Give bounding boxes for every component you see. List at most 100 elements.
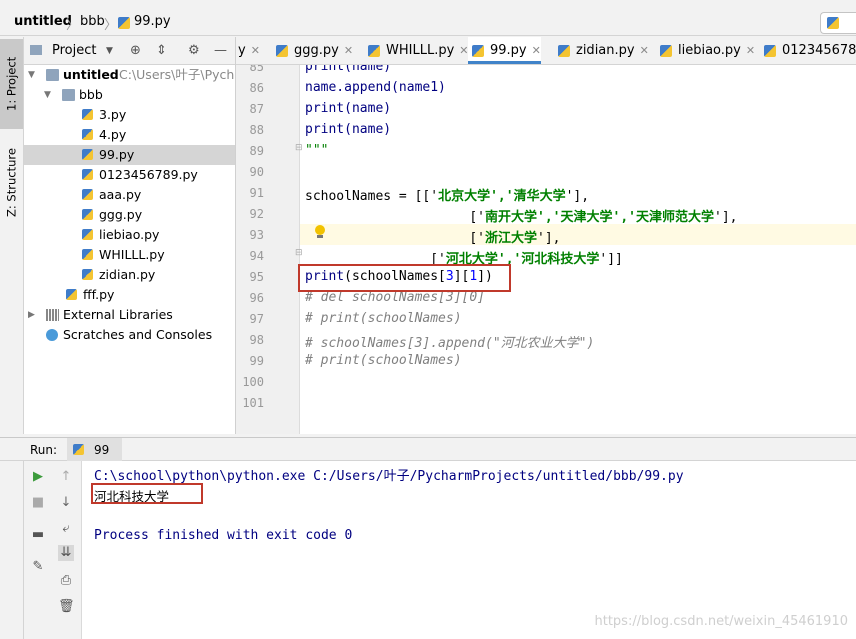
soft-wrap-icon[interactable]: ⤶: [58, 521, 74, 537]
close-icon[interactable]: ✕: [344, 44, 353, 57]
up-arrow-icon[interactable]: ↑: [58, 469, 74, 485]
line-number-gutter: 85 86 87 88 89 90 91 92 93 94 95 96 97 98 99 100 101 ⊟ ⊟: [236, 65, 303, 434]
python-file-icon: [82, 229, 93, 240]
editor-tab[interactable]: zidian.py ✕: [554, 37, 649, 64]
fold-marker-icon[interactable]: ⊟: [295, 248, 303, 258]
line-number: 89: [249, 144, 264, 158]
layout-icon[interactable]: ▬: [30, 527, 46, 543]
python-file-icon: [827, 17, 839, 29]
print-icon[interactable]: ⎙: [58, 573, 74, 589]
scratch-icon: [46, 329, 58, 341]
code-line: # del schoolNames[3][0]: [305, 290, 486, 305]
tool-tab-project[interactable]: 1: Project: [0, 39, 23, 129]
editor-tab[interactable]: ggg.py ✕: [272, 37, 353, 64]
python-file-icon: [276, 45, 288, 57]
breadcrumb-file[interactable]: 99.py: [134, 14, 171, 29]
scroll-to-end-icon[interactable]: ⇊: [58, 545, 74, 561]
editor-tab-label: ggg.py: [294, 43, 339, 58]
run-tab[interactable]: 99: [67, 438, 122, 461]
code-line: schoolNames = [['北京大学','清华大学'],: [305, 189, 590, 204]
code-line: name.append(name1): [305, 80, 446, 95]
tree-item[interactable]: ▼ untitled C:\Users\叶子\Pycha: [24, 65, 235, 85]
tree-item[interactable]: ▶ External Libraries: [24, 305, 235, 325]
tree-item-label: WHILLL.py: [99, 247, 165, 262]
breadcrumb-separator: 〉: [104, 18, 118, 33]
tree-item[interactable]: Scratches and Consoles: [24, 325, 235, 345]
chevron-down-icon[interactable]: ▼: [106, 46, 113, 56]
line-number: 98: [249, 333, 264, 347]
editor-tab[interactable]: 99.py ✕: [468, 37, 541, 64]
tree-item[interactable]: 0123456789.py: [24, 165, 235, 185]
tree-item-label: liebiao.py: [99, 227, 160, 242]
tree-item-label: ggg.py: [99, 207, 143, 222]
tree-item[interactable]: fff.py: [24, 285, 235, 305]
tree-item[interactable]: liebiao.py: [24, 225, 235, 245]
folder-icon: [62, 89, 75, 101]
editor-tab-bar: y ✕ ggg.py ✕ WHILLL.py ✕ 99.py ✕ zidian.py ✕ liebi…: [236, 37, 856, 65]
tree-item[interactable]: ▼ bbb: [24, 85, 235, 105]
editor-tab[interactable]: WHILLL.py ✕: [364, 37, 469, 64]
tree-item-label: aaa.py: [99, 187, 142, 202]
close-icon[interactable]: ✕: [640, 44, 649, 57]
tree-item-label: bbb: [79, 87, 103, 102]
tree-item[interactable]: 4.py: [24, 125, 235, 145]
gear-icon[interactable]: ⚙: [188, 43, 200, 58]
locate-icon[interactable]: ⊕: [130, 43, 141, 58]
trash-icon[interactable]: 🗑: [58, 599, 75, 615]
run-panel-header: Run: 99: [0, 437, 856, 461]
left-tool-strip: 1: Project Z: Structure: [0, 37, 24, 434]
breadcrumb-separator: 〉: [66, 18, 80, 33]
breadcrumb-project[interactable]: untitled: [14, 14, 72, 29]
tree-item[interactable]: 3.py: [24, 105, 235, 125]
run-toolbar: ▶ ↑ ■ ↓ ⤶ ▬ ⇊ ✎ ⎙ 🗑: [24, 461, 82, 639]
tree-item[interactable]: 99.py: [24, 145, 235, 165]
code-line: ['浙江大学'],: [305, 231, 561, 246]
line-number: 97: [249, 312, 264, 326]
run-console[interactable]: C:\school\python\python.exe C:/Users/叶子/…: [82, 461, 856, 639]
expand-arrow-icon[interactable]: ▼: [44, 85, 54, 105]
code-editor[interactable]: 85 86 87 88 89 90 91 92 93 94 95 96 97 98 99 100 101 ⊟ ⊟ p…: [236, 65, 856, 434]
output-highlight-box: [91, 483, 203, 504]
fold-marker-icon[interactable]: ⊟: [295, 143, 303, 153]
down-arrow-icon[interactable]: ↓: [58, 495, 74, 511]
tree-item[interactable]: zidian.py: [24, 265, 235, 285]
collapse-all-icon[interactable]: ⇕: [156, 43, 167, 58]
tree-item[interactable]: aaa.py: [24, 185, 235, 205]
run-configuration-dropdown[interactable]: [820, 12, 856, 34]
editor-tab[interactable]: 0123456789.py: [760, 37, 856, 64]
close-icon[interactable]: ✕: [746, 44, 755, 57]
line-number: 99: [249, 354, 264, 368]
tree-item[interactable]: WHILLL.py: [24, 245, 235, 265]
tree-item-label: untitled: [63, 67, 119, 82]
editor-tab[interactable]: y ✕: [236, 37, 260, 64]
console-command: C:\school\python\python.exe C:/Users/叶子/…: [94, 469, 684, 484]
expand-arrow-icon[interactable]: ▼: [28, 65, 38, 85]
line-number: 85: [249, 65, 264, 74]
tree-item-label: 3.py: [99, 107, 127, 122]
project-panel: Project ▼ ⊕ ⇕ ⚙ — ▼ untitled C:\Users\叶子\P…: [24, 37, 236, 434]
close-icon[interactable]: ✕: [251, 44, 260, 57]
line-number: 91: [249, 186, 264, 200]
tree-item-label: zidian.py: [99, 267, 156, 282]
hide-icon[interactable]: —: [214, 43, 227, 58]
library-icon: [46, 309, 59, 321]
tree-item[interactable]: ggg.py: [24, 205, 235, 225]
tree-item-label: 0123456789.py: [99, 167, 198, 182]
stop-icon[interactable]: ■: [30, 495, 46, 511]
navigation-bar: untitled 〉 bbb 〉 99.py: [0, 10, 856, 36]
project-view-selector[interactable]: Project: [52, 43, 96, 58]
code-line: # schoolNames[3].append("河北农业大学"): [305, 336, 595, 351]
tree-item-label: Scratches and Consoles: [63, 327, 213, 342]
breadcrumb-folder[interactable]: bbb: [80, 14, 105, 29]
python-file-icon: [472, 45, 484, 57]
line-number: 90: [249, 165, 264, 179]
tool-tab-structure[interactable]: Z: Structure: [0, 133, 23, 233]
editor-tab[interactable]: liebiao.py ✕: [656, 37, 755, 64]
console-exit-message: Process finished with exit code 0: [94, 528, 353, 543]
collapse-arrow-icon[interactable]: ▶: [28, 305, 38, 325]
rerun-icon[interactable]: ▶: [30, 469, 46, 485]
editor-tab-label: zidian.py: [576, 43, 635, 58]
pin-icon[interactable]: ✎: [30, 559, 46, 575]
close-icon[interactable]: ✕: [532, 44, 541, 57]
python-file-icon: [82, 249, 93, 260]
